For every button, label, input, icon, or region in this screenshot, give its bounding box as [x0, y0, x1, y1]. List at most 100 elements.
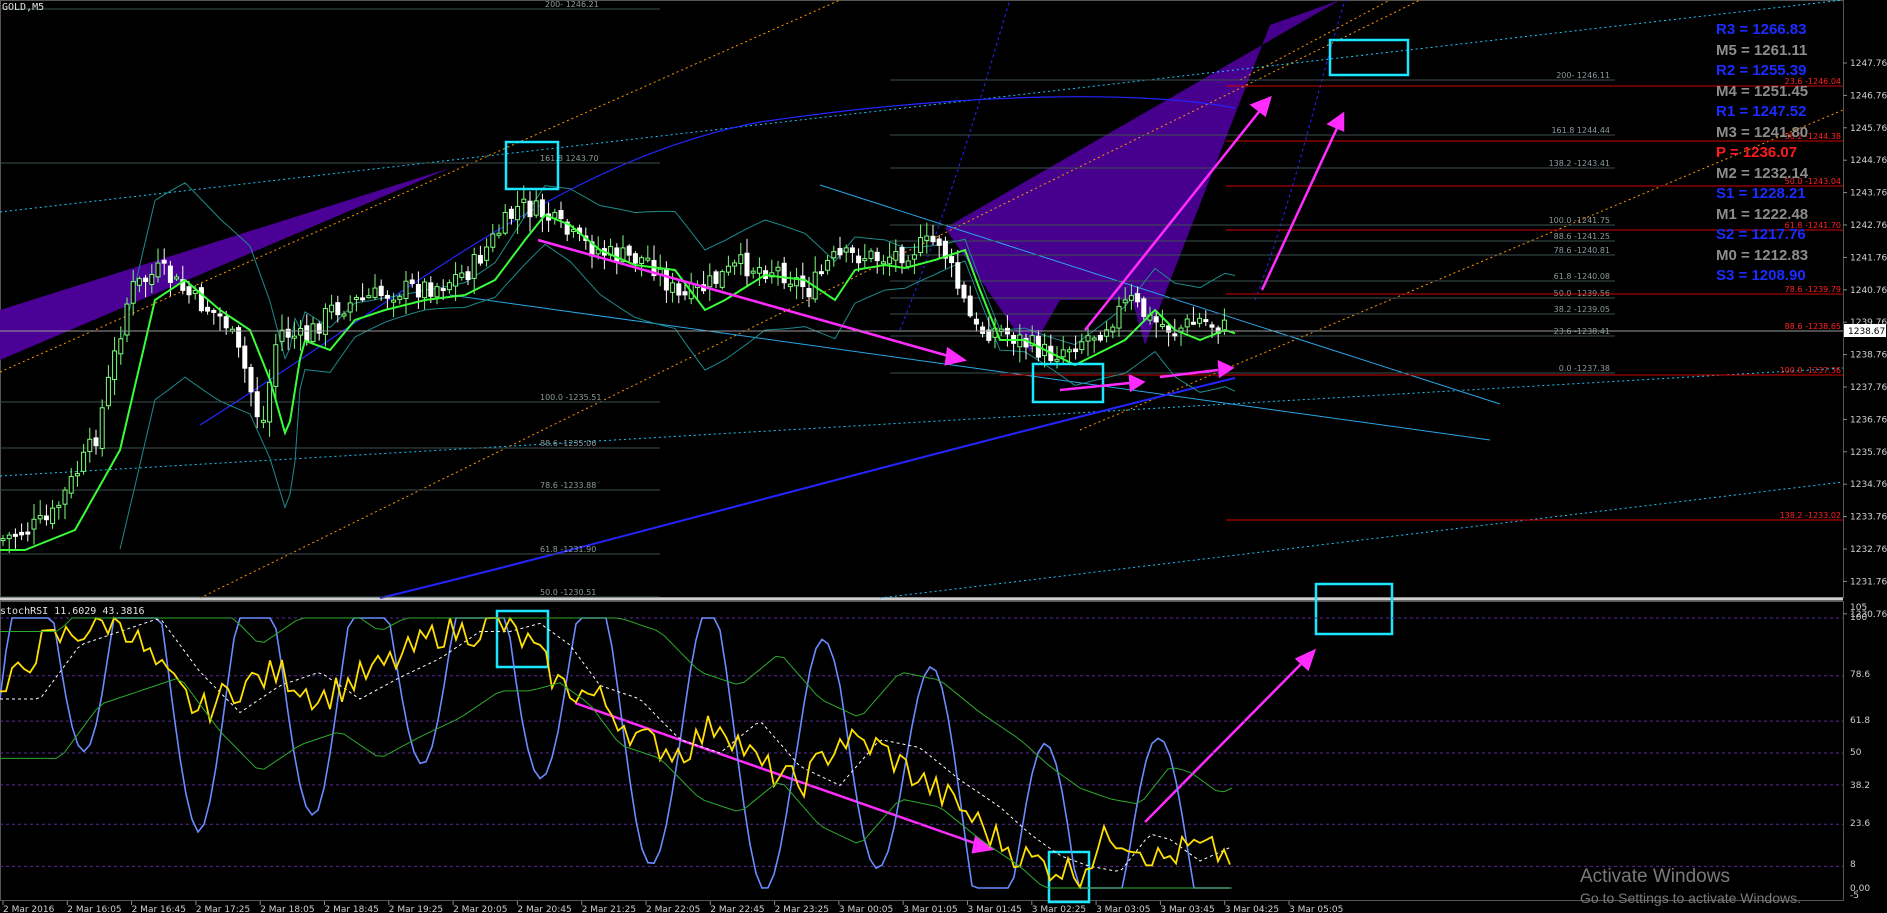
bear-candle [205, 306, 211, 312]
bull-candle [372, 287, 378, 299]
channel-line-lower [879, 481, 1844, 599]
price-axis-label: 1233.76 [1850, 513, 1887, 523]
chart-symbol-title: GOLD,M5 [2, 2, 45, 13]
bull-candle [56, 504, 62, 508]
pivot-level-0: R3 = 1266.83 [1716, 21, 1807, 38]
oscillator-axis-label: 8 [1850, 860, 1856, 870]
bear-candle [465, 271, 471, 281]
fib-left-label: 100.0 -1235.51 [540, 393, 601, 402]
bear-candle [676, 283, 682, 296]
bull-candle [1128, 295, 1134, 301]
bull-candle [6, 534, 12, 540]
bear-candle [143, 277, 149, 282]
bull-candle [911, 254, 917, 260]
oscillator-axis-label: 61.8 [1850, 716, 1870, 726]
bear-candle [849, 247, 855, 253]
bear-candle [1097, 334, 1103, 341]
time-axis-label: 3 Mar 02:25 [1032, 905, 1086, 913]
bull-candle [174, 276, 180, 280]
bull-candle [825, 260, 831, 271]
time-axis-label: 2 Mar 18:45 [325, 905, 379, 913]
time-axis-label: 2 Mar 20:45 [517, 905, 571, 913]
bull-candle [1079, 341, 1085, 351]
time-axis-label: 3 Mar 04:25 [1225, 905, 1279, 913]
bull-candle [750, 270, 756, 274]
fib-mid-label: 78.6 -1240.81 [1554, 246, 1610, 255]
price-axis-label: 1231.76 [1850, 577, 1887, 587]
chart-canvas[interactable]: 200- 1246.21 161.8 1243.70 100.0 -1235.51 8… [0, 0, 1887, 913]
cyan-box-osc-target[interactable] [1314, 582, 1394, 636]
time-axis-label: 2 Mar 17:25 [196, 905, 250, 913]
cyan-box-top[interactable] [504, 140, 560, 191]
bear-candle [316, 323, 322, 334]
bear-candle [415, 284, 421, 298]
bull-candle [732, 262, 738, 267]
fib-red-label: 100.0 -1237.36 [1780, 366, 1841, 375]
time-axis-label: 2 Mar 22:45 [710, 905, 764, 913]
bull-candle [81, 451, 87, 472]
bull-candle [1122, 299, 1128, 304]
bull-candle [893, 251, 899, 261]
bear-candle [186, 286, 192, 296]
bull-candle [267, 381, 273, 423]
bull-candle [397, 296, 403, 300]
bull-candle [273, 344, 279, 387]
price-axis-label: 1238.76 [1850, 351, 1887, 361]
bear-candle [527, 200, 533, 218]
bear-candle [477, 254, 483, 264]
bull-candle [149, 274, 155, 285]
bear-candle [973, 318, 979, 325]
fib-mid-label: 200- 1246.11 [1556, 71, 1610, 80]
bull-candle [366, 295, 372, 299]
oscillator-axis-label: 38.2 [1850, 781, 1870, 791]
bear-candle [198, 287, 204, 312]
bull-candle [1085, 335, 1091, 342]
bull-candle [670, 282, 676, 293]
bull-candle [279, 329, 285, 342]
bear-candle [409, 279, 415, 285]
pivot-level-3: M4 = 1251.45 [1716, 82, 1809, 100]
bull-candle [291, 335, 297, 339]
time-axis-label: 3 Mar 03:05 [1096, 905, 1150, 913]
pivot-level-7: M2 = 1232.14 [1716, 164, 1809, 182]
time-axis-label: 2 Mar 18:05 [260, 905, 314, 913]
bull-candle [738, 254, 744, 264]
pivot-level-12: S3 = 1208.90 [1716, 267, 1806, 284]
fib-mid-label: 88.6 -1241.25 [1554, 232, 1610, 241]
bear-candle [781, 262, 787, 284]
magenta-arrow-flat-1 [1059, 381, 1131, 392]
pivot-level-8: S1 = 1228.21 [1716, 185, 1806, 202]
bull-candle [1091, 337, 1097, 341]
fib-mid-label: 61.8 -1240.08 [1554, 272, 1610, 281]
bull-candle [1060, 349, 1066, 358]
pivot-level-6: P = 1236.07 [1716, 144, 1798, 161]
bear-candle [161, 259, 167, 264]
bear-candle [558, 210, 564, 220]
bear-candle [217, 313, 223, 317]
bull-candle [136, 278, 142, 286]
bull-candle [831, 251, 837, 259]
magenta-arrow-osc-up [1144, 659, 1306, 823]
bear-candle [682, 291, 688, 296]
bull-candle [1197, 317, 1203, 324]
bear-candle [43, 515, 49, 521]
bull-candle [471, 254, 477, 279]
cyan-box-bottom[interactable] [1031, 362, 1105, 404]
bear-candle [223, 316, 229, 329]
fib-mid-label: 38.2 -1239.05 [1554, 305, 1610, 314]
bull-candle [719, 271, 725, 288]
bull-candle [496, 232, 502, 236]
bear-candle [440, 288, 446, 292]
bear-candle [930, 235, 936, 243]
bear-candle [614, 247, 620, 263]
time-axis-label: 2 Mar 20:05 [453, 905, 507, 913]
fib-mid-label: 100.0 -1241.75 [1549, 216, 1610, 225]
osc-band-upper [0, 617, 1233, 805]
bull-candle [1159, 323, 1165, 327]
stochrsi-lines [0, 616, 1843, 890]
bear-candle [242, 345, 248, 369]
bull-candle [112, 350, 118, 381]
bull-candle [260, 419, 266, 423]
oscillator-axis-label: 105 [1850, 603, 1867, 613]
bull-candle [62, 489, 68, 505]
